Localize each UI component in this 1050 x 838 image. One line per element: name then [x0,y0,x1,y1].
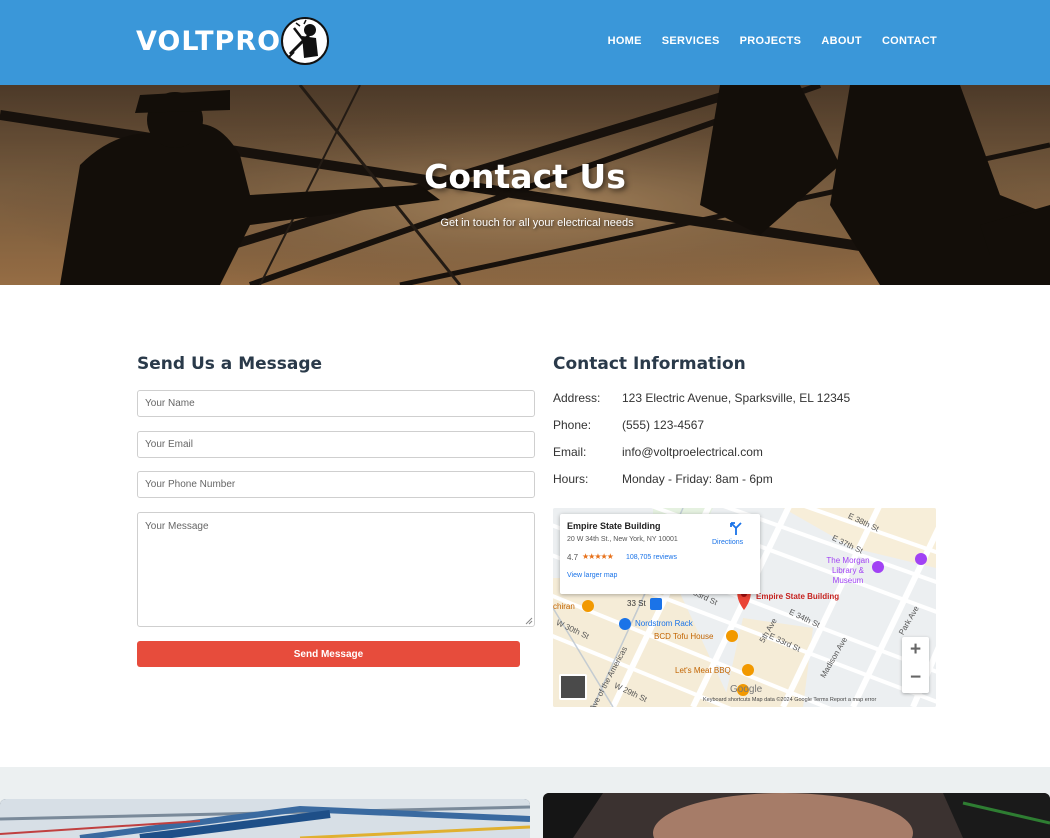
satellite-toggle-thumbnail[interactable] [559,674,587,700]
nav-services[interactable]: SERVICES [662,35,720,47]
view-larger-map-link[interactable]: View larger map [567,572,617,579]
embedded-map[interactable]: Empire State Building The Morgan Library… [553,508,936,707]
wiring-image-card [0,799,530,838]
site-header: VOLTPRO HOME SERVICES PROJECTS ABOUT CON… [0,0,1050,85]
map-attribution[interactable]: Keyboard shortcuts Map data ©2024 Google… [703,697,876,703]
phone-label: Phone: [553,418,592,432]
map-reviews-link[interactable]: 108,705 reviews [626,554,677,561]
logo-text[interactable]: VOLTPRO [136,26,281,57]
email-label: Email: [553,445,587,459]
hours-value: Monday - Friday: 8am - 6pm [622,472,773,486]
resize-handle-icon[interactable] [525,617,533,625]
name-input[interactable]: Your Name [137,390,535,417]
map-label-nordstrom: Nordstrom Rack [635,619,693,628]
map-label-morgan: The Morgan Library & Museum [826,556,870,585]
map-zoom-controls: + − [902,637,929,693]
map-label-chiran: chiran [553,602,575,611]
electrician-image-card [543,793,1050,838]
address-value: 123 Electric Avenue, Sparksville, EL 123… [622,391,851,405]
map-place-name: Empire State Building [567,521,661,531]
email-input[interactable]: Your Email [137,431,535,458]
form-title: Send Us a Message [137,354,323,374]
electrician-image [543,793,1050,838]
map-label-33st: 33 St [627,599,646,608]
directions-icon[interactable] [727,520,745,536]
map-rating-stars: ★★★★★ [582,552,614,561]
map-pin-label: Empire State Building [756,592,840,601]
directions-link[interactable]: Directions [712,539,743,546]
email-value: info@voltproelectrical.com [622,445,763,459]
nav-projects[interactable]: PROJECTS [740,35,802,47]
map-place-address: 20 W 34th St., New York, NY 10001 [567,536,678,543]
nav-home[interactable]: HOME [608,35,642,47]
hours-label: Hours: [553,472,589,486]
hero-subtitle: Get in touch for all your electrical nee… [440,217,634,229]
logo-electrician-icon[interactable] [280,16,330,66]
nav-contact[interactable]: CONTACT [882,35,937,47]
page-title: Contact Us [424,157,626,196]
main-nav: HOME SERVICES PROJECTS ABOUT CONTACT [608,35,937,47]
message-placeholder: Your Message [145,521,209,532]
zoom-in-button[interactable]: + [902,637,929,665]
map-label-letsmeat: Let's Meat BBQ [675,666,731,675]
phone-value: (555) 123-4567 [622,418,705,432]
hero-banner: Contact Us Get in touch for all your ele… [0,85,1050,285]
google-logo: Google [730,684,763,695]
map-label-bcd: BCD Tofu House [654,632,714,641]
phone-input[interactable]: Your Phone Number [137,471,535,498]
map-place-rating: 4.7 [567,553,579,562]
send-message-button[interactable]: Send Message [137,641,520,667]
zoom-out-button[interactable]: − [902,665,929,693]
wiring-image [0,799,530,838]
message-textarea[interactable]: Your Message [137,512,535,627]
map-place-card: Empire State Building 20 W 34th St., New… [560,514,760,594]
address-label: Address: [553,391,601,405]
nav-about[interactable]: ABOUT [821,35,862,47]
contact-info-title: Contact Information [553,354,746,374]
